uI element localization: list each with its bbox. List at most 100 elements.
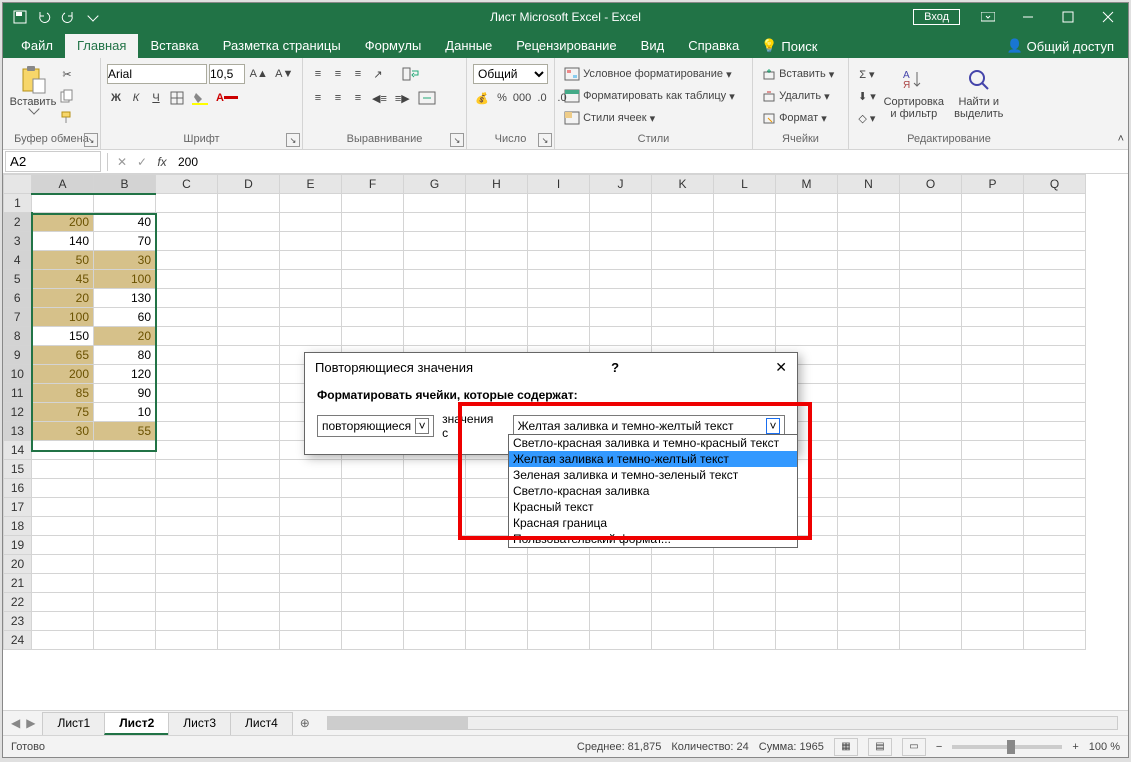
zoom-out-icon[interactable]: −: [936, 741, 942, 753]
cell-Q23[interactable]: [1024, 612, 1086, 631]
cell-L22[interactable]: [714, 593, 776, 612]
format-option-6[interactable]: Пользовательский формат...: [509, 531, 797, 547]
sheet-tab-Лист4[interactable]: Лист4: [230, 712, 293, 735]
row-header-12[interactable]: 12: [4, 403, 32, 422]
cell-G18[interactable]: [404, 517, 466, 536]
cell-L6[interactable]: [714, 289, 776, 308]
tab-вид[interactable]: Вид: [629, 34, 677, 58]
cell-N16[interactable]: [838, 479, 900, 498]
format-option-0[interactable]: Светло-красная заливка и темно-красный т…: [509, 435, 797, 451]
cell-M2[interactable]: [776, 213, 838, 232]
cell-N13[interactable]: [838, 422, 900, 441]
cell-N7[interactable]: [838, 308, 900, 327]
align-middle-icon[interactable]: ≡: [329, 64, 347, 84]
cell-M5[interactable]: [776, 270, 838, 289]
merge-icon[interactable]: [415, 88, 439, 108]
cell-A18[interactable]: [32, 517, 94, 536]
dialog-help-icon[interactable]: ?: [611, 360, 619, 375]
cell-A16[interactable]: [32, 479, 94, 498]
cell-N9[interactable]: [838, 346, 900, 365]
cell-D22[interactable]: [218, 593, 280, 612]
cell-N1[interactable]: [838, 194, 900, 213]
format-option-5[interactable]: Красная граница: [509, 515, 797, 531]
cell-P6[interactable]: [962, 289, 1024, 308]
sheet-nav-prev-icon[interactable]: ◀: [11, 716, 20, 730]
cell-A11[interactable]: 85: [32, 384, 94, 403]
name-box[interactable]: [5, 151, 101, 172]
font-name-input[interactable]: [107, 64, 207, 84]
col-header-H[interactable]: H: [466, 175, 528, 194]
cell-K7[interactable]: [652, 308, 714, 327]
cell-G7[interactable]: [404, 308, 466, 327]
cell-K3[interactable]: [652, 232, 714, 251]
cell-P15[interactable]: [962, 460, 1024, 479]
increase-indent-icon[interactable]: ≡▶: [392, 88, 413, 108]
fill-color-icon[interactable]: [189, 88, 211, 108]
row-header-2[interactable]: 2: [4, 213, 32, 232]
sheet-tab-Лист3[interactable]: Лист3: [168, 712, 231, 735]
cell-G16[interactable]: [404, 479, 466, 498]
cell-Q14[interactable]: [1024, 441, 1086, 460]
cell-B12[interactable]: 10: [94, 403, 156, 422]
cell-N19[interactable]: [838, 536, 900, 555]
cell-N11[interactable]: [838, 384, 900, 403]
align-center-icon[interactable]: ≡: [329, 88, 347, 108]
cell-O15[interactable]: [900, 460, 962, 479]
cell-M24[interactable]: [776, 631, 838, 650]
cell-P22[interactable]: [962, 593, 1024, 612]
borders-icon[interactable]: [167, 88, 187, 108]
cell-E7[interactable]: [280, 308, 342, 327]
cell-O21[interactable]: [900, 574, 962, 593]
cell-A15[interactable]: [32, 460, 94, 479]
cell-B14[interactable]: [94, 441, 156, 460]
cell-F3[interactable]: [342, 232, 404, 251]
sheet-tab-Лист1[interactable]: Лист1: [42, 712, 105, 735]
cell-I7[interactable]: [528, 308, 590, 327]
view-normal-icon[interactable]: ▦: [834, 738, 858, 756]
cell-I3[interactable]: [528, 232, 590, 251]
format-painter-icon[interactable]: [57, 108, 77, 128]
cell-D14[interactable]: [218, 441, 280, 460]
increase-decimal-icon[interactable]: .0: [533, 88, 551, 108]
italic-button[interactable]: К: [127, 88, 145, 108]
cell-O5[interactable]: [900, 270, 962, 289]
cell-H4[interactable]: [466, 251, 528, 270]
align-bottom-icon[interactable]: ≡: [349, 64, 367, 84]
cell-A21[interactable]: [32, 574, 94, 593]
cell-C4[interactable]: [156, 251, 218, 270]
cell-O19[interactable]: [900, 536, 962, 555]
copy-icon[interactable]: [57, 86, 77, 106]
cell-O22[interactable]: [900, 593, 962, 612]
font-size-input[interactable]: [209, 64, 245, 84]
cell-I20[interactable]: [528, 555, 590, 574]
cell-N14[interactable]: [838, 441, 900, 460]
cell-J21[interactable]: [590, 574, 652, 593]
cell-L5[interactable]: [714, 270, 776, 289]
cell-H8[interactable]: [466, 327, 528, 346]
cell-K22[interactable]: [652, 593, 714, 612]
cell-F24[interactable]: [342, 631, 404, 650]
row-header-10[interactable]: 10: [4, 365, 32, 384]
cell-F15[interactable]: [342, 460, 404, 479]
cell-G22[interactable]: [404, 593, 466, 612]
cell-C22[interactable]: [156, 593, 218, 612]
cell-D4[interactable]: [218, 251, 280, 270]
row-header-6[interactable]: 6: [4, 289, 32, 308]
cell-B1[interactable]: [94, 194, 156, 213]
cell-J24[interactable]: [590, 631, 652, 650]
cell-O11[interactable]: [900, 384, 962, 403]
col-header-K[interactable]: K: [652, 175, 714, 194]
row-header-23[interactable]: 23: [4, 612, 32, 631]
cell-Q2[interactable]: [1024, 213, 1086, 232]
cell-A1[interactable]: [32, 194, 94, 213]
row-header-24[interactable]: 24: [4, 631, 32, 650]
cell-P1[interactable]: [962, 194, 1024, 213]
cell-B19[interactable]: [94, 536, 156, 555]
col-header-B[interactable]: B: [94, 175, 156, 194]
row-header-22[interactable]: 22: [4, 593, 32, 612]
cell-M3[interactable]: [776, 232, 838, 251]
cell-L3[interactable]: [714, 232, 776, 251]
cell-C8[interactable]: [156, 327, 218, 346]
cell-B15[interactable]: [94, 460, 156, 479]
cell-A23[interactable]: [32, 612, 94, 631]
